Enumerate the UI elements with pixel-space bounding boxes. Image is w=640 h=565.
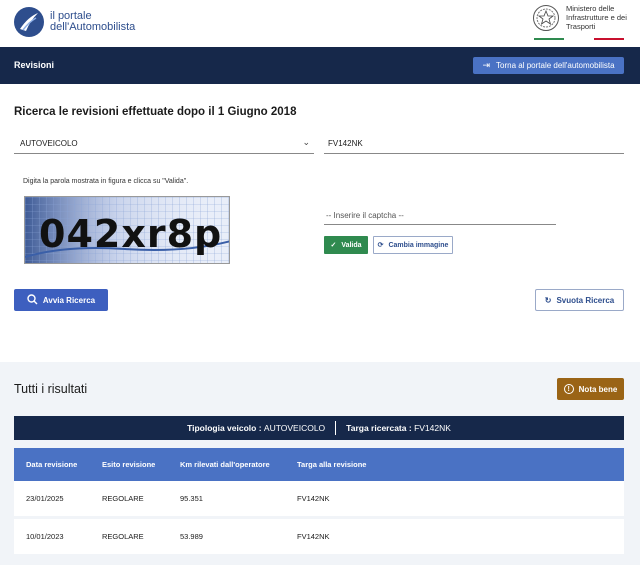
clear-search-label: Svuota Ricerca xyxy=(556,295,615,305)
summary-type-value: AUTOVEICOLO xyxy=(263,423,326,433)
back-to-portal-label: Torna al portale dell'automobilista xyxy=(496,61,615,70)
search-icon xyxy=(27,293,38,307)
republic-emblem-icon xyxy=(533,5,559,31)
sign-in-icon: ⇥ xyxy=(482,60,491,70)
plate-input[interactable] xyxy=(324,133,624,154)
check-icon: ✓ xyxy=(330,242,337,249)
summary-plate-value: FV142NK xyxy=(414,423,451,433)
chevron-down-icon: ⌄ xyxy=(302,137,310,147)
col-header-outcome: Esito revisione xyxy=(102,460,156,469)
col-header-km: Km rilevati dall'operatore xyxy=(180,460,270,469)
cell-date: 23/01/2025 xyxy=(26,494,64,503)
results-table: Data revisione Esito revisione Km rileva… xyxy=(14,448,624,554)
top-header: il portale dell'Automobilista Ministero … xyxy=(0,0,640,47)
logo-line2: dell'Automobilista xyxy=(50,21,136,33)
back-to-portal-button[interactable]: ⇥ Torna al portale dell'automobilista xyxy=(473,57,624,74)
start-search-label: Avvia Ricerca xyxy=(42,295,96,305)
cell-date: 10/01/2023 xyxy=(26,532,64,541)
summary-plate-label: Targa ricercata : xyxy=(346,423,412,433)
results-section: Tutti i risultati ! Nota bene Tipologia … xyxy=(0,362,640,565)
search-title: Ricerca le revisioni effettuate dopo il … xyxy=(14,106,297,118)
cell-plate: FV142NK xyxy=(297,532,330,541)
results-summary-bar: Tipologia veicolo : AUTOVEICOLO Targa ri… xyxy=(14,416,624,440)
clear-search-button[interactable]: ↻ Svuota Ricerca xyxy=(535,289,624,311)
cell-plate: FV142NK xyxy=(297,494,330,503)
cell-km: 95.351 xyxy=(180,494,203,503)
ministry-line3: Trasporti xyxy=(566,22,596,31)
captcha-hint: Digita la parola mostrata in figura e cl… xyxy=(23,178,189,185)
valida-button[interactable]: ✓ Valida xyxy=(324,236,368,254)
table-row: 10/01/2023 REGOLARE 53.989 FV142NK xyxy=(14,519,624,554)
portal-logo-icon xyxy=(14,7,44,37)
summary-type-label: Tipologia veicolo : xyxy=(187,423,262,433)
nota-bene-button[interactable]: ! Nota bene xyxy=(557,378,624,400)
captcha-text: 042xr8p xyxy=(39,212,222,256)
captcha-image: 042xr8p xyxy=(24,196,230,264)
cell-km: 53.989 xyxy=(180,532,203,541)
results-title: Tutti i risultati xyxy=(14,382,88,396)
table-row: 23/01/2025 REGOLARE 95.351 FV142NK xyxy=(14,481,624,516)
change-image-button[interactable]: ⟳ Cambia immagine xyxy=(373,236,453,254)
refresh-icon: ⟳ xyxy=(377,242,384,249)
nota-bene-label: Nota bene xyxy=(578,384,618,394)
col-header-plate: Targa alla revisione xyxy=(297,460,367,469)
section-navbar: Revisioni ⇥ Torna al portale dell'automo… xyxy=(0,47,640,84)
cell-outcome: REGOLARE xyxy=(102,494,144,503)
ministry-line2: Infrastrutture e dei xyxy=(566,13,627,22)
ministry-line1: Ministero delle xyxy=(566,4,615,13)
cell-outcome: REGOLARE xyxy=(102,532,144,541)
vehicle-type-select[interactable]: AUTOVEICOLO ⌄ xyxy=(14,133,314,154)
italian-flag-line xyxy=(534,38,624,40)
start-search-button[interactable]: Avvia Ricerca xyxy=(14,289,108,311)
section-title: Revisioni xyxy=(14,60,55,70)
ministry-logo[interactable]: Ministero delle Infrastrutture e dei Tra… xyxy=(532,4,630,32)
portal-logo[interactable]: il portale dell'Automobilista xyxy=(14,7,135,37)
summary-divider xyxy=(335,421,337,435)
col-header-date: Data revisione xyxy=(26,460,78,469)
valida-label: Valida xyxy=(341,241,362,249)
reset-icon: ↻ xyxy=(544,295,552,305)
change-image-label: Cambia immagine xyxy=(388,241,449,249)
captcha-input[interactable] xyxy=(324,207,556,225)
vehicle-type-value: AUTOVEICOLO xyxy=(20,138,78,148)
table-header: Data revisione Esito revisione Km rileva… xyxy=(14,448,624,481)
info-icon: ! xyxy=(563,384,574,394)
